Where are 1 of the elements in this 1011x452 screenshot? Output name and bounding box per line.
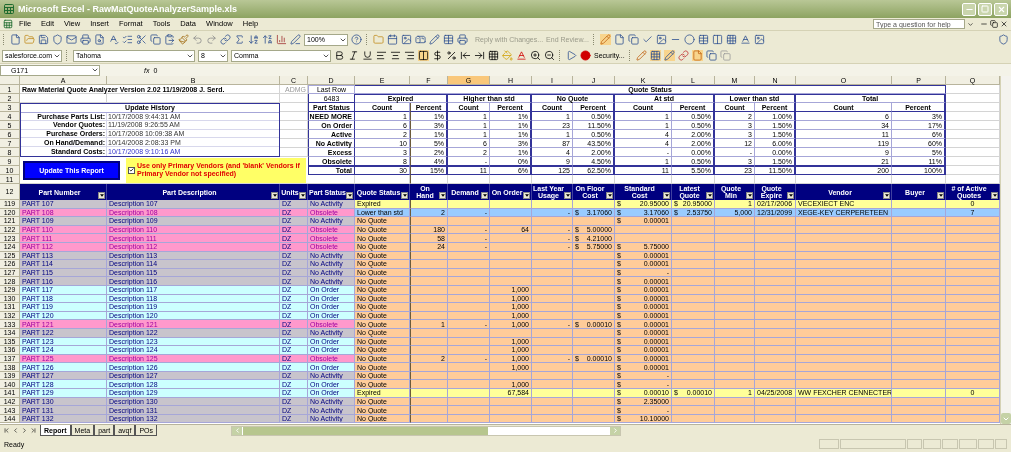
window-title: Microsoft Excel - RawMatQuoteAnalyzerSample.xls xyxy=(18,4,238,14)
